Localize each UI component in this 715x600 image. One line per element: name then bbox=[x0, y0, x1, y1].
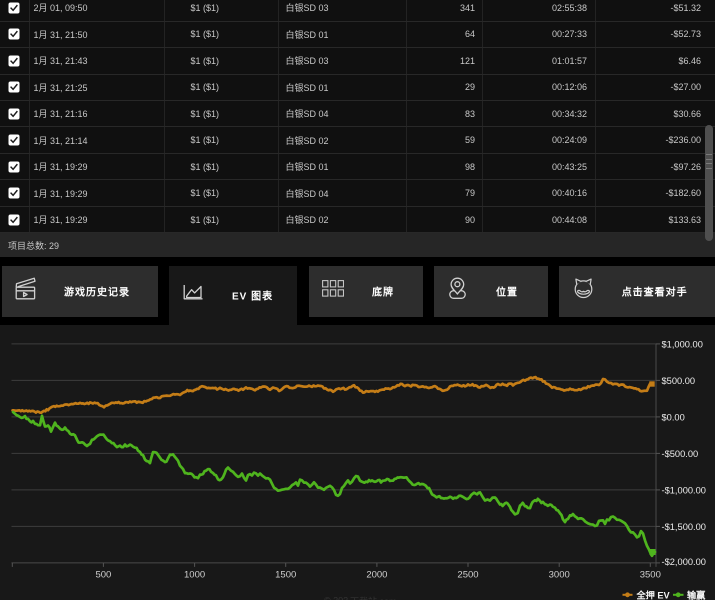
svg-text:500: 500 bbox=[95, 570, 111, 581]
svg-text:© 202: © 202 bbox=[324, 596, 348, 600]
svg-text:$500.00: $500.00 bbox=[662, 376, 696, 386]
svg-text:$1,000.00: $1,000.00 bbox=[662, 340, 703, 350]
svg-text:-$2,000.00: -$2,000.00 bbox=[662, 557, 706, 567]
svg-text:-$1,500.00: -$1,500.00 bbox=[662, 522, 706, 532]
svg-text:2500: 2500 bbox=[457, 570, 478, 581]
svg-text:-$1,000.00: -$1,000.00 bbox=[662, 486, 706, 496]
svg-text:$0.00: $0.00 bbox=[662, 413, 685, 423]
svg-text:下载站.com: 下载站.com bbox=[350, 595, 397, 600]
svg-text:全押 EV: 全押 EV bbox=[636, 589, 671, 600]
svg-text:输赢: 输赢 bbox=[687, 589, 706, 600]
svg-text:1000: 1000 bbox=[184, 570, 205, 581]
svg-text:-$500.00: -$500.00 bbox=[662, 449, 699, 459]
svg-text:1500: 1500 bbox=[275, 570, 296, 581]
svg-text:2000: 2000 bbox=[366, 570, 387, 581]
svg-text:3000: 3000 bbox=[549, 570, 570, 581]
svg-text:3500: 3500 bbox=[640, 570, 661, 581]
